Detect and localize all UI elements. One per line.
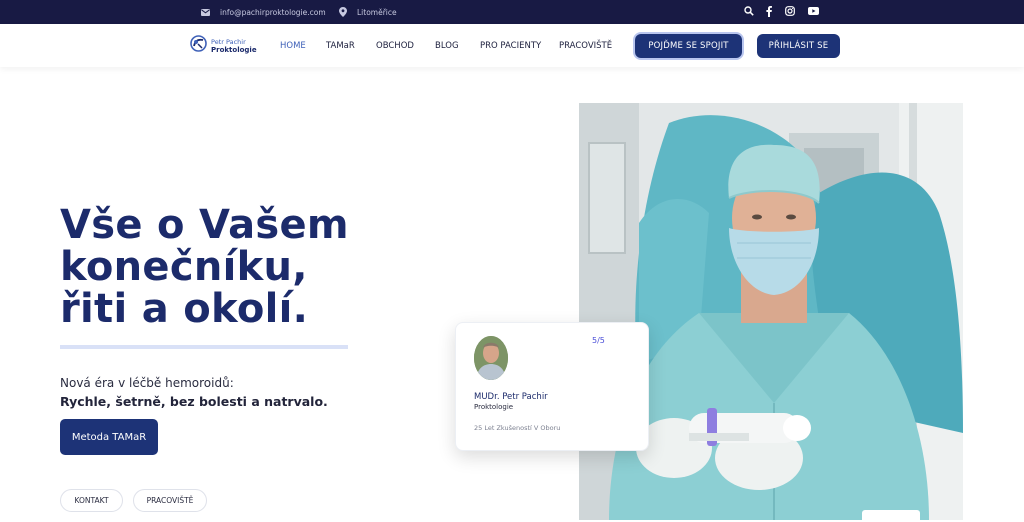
top-info-bar: info@pachirproktologie.com Litoměřice — [0, 0, 1024, 24]
map-pin-icon — [337, 7, 348, 18]
metoda-tamar-button[interactable]: Metoda TAMaR — [60, 419, 158, 455]
hero-lead-text: Nová éra v léčbě hemoroidů: — [60, 376, 234, 390]
connect-button[interactable]: POJĎME SE SPOJIT — [635, 34, 742, 58]
login-button[interactable]: PŘIHLÁSIT SE — [757, 34, 840, 58]
doctor-photo — [579, 103, 963, 520]
contact-pill-button[interactable]: KONTAKT — [60, 489, 123, 512]
logo-name: Petr Pachir — [211, 37, 246, 46]
email-text: info@pachirproktologie.com — [220, 7, 326, 17]
main-navbar: Petr Pachir Proktologie HOME TAMaR OBCHO… — [0, 24, 1024, 67]
location-info: Litoměřice — [337, 0, 397, 24]
facebook-link[interactable] — [762, 0, 776, 24]
youtube-link[interactable] — [806, 0, 820, 24]
hero-title: Vše o Vašem konečníku, řiti a okolí. — [60, 204, 420, 330]
nav-item-obchod[interactable]: OBCHOD — [376, 24, 414, 67]
youtube-icon — [807, 7, 819, 17]
workplace-pill-button[interactable]: PRACOVIŠTĚ — [133, 489, 207, 512]
instagram-icon — [785, 6, 795, 18]
site-logo[interactable]: Petr Pachir Proktologie — [190, 35, 257, 56]
email-contact[interactable]: info@pachirproktologie.com — [200, 0, 326, 24]
doctor-experience: 25 Let Zkušeností V Oboru — [474, 424, 561, 432]
nav-item-pro-pacienty[interactable]: PRO PACIENTY — [480, 24, 541, 67]
hero-title-line-1: Vše o Vašem — [60, 202, 349, 248]
instagram-link[interactable] — [783, 0, 797, 24]
nav-item-tamar[interactable]: TAMaR — [326, 24, 355, 67]
hero-title-line-3: řiti a okolí. — [60, 286, 309, 332]
logo-mark-icon — [190, 35, 207, 56]
nav-item-pracoviste[interactable]: PRACOVIŠTĚ — [559, 24, 612, 67]
location-text: Litoměřice — [357, 7, 397, 17]
photo-corner-tab — [862, 510, 920, 522]
doctor-rating: 5/5 — [592, 336, 605, 345]
mail-icon — [200, 7, 211, 18]
logo-text: Petr Pachir Proktologie — [211, 38, 257, 54]
search-button[interactable] — [742, 0, 756, 24]
hero-title-line-2: konečníku, — [60, 244, 308, 290]
logo-subtitle: Proktologie — [211, 45, 257, 54]
nav-item-blog[interactable]: BLOG — [435, 24, 459, 67]
doctor-avatar — [474, 336, 508, 380]
search-icon — [744, 6, 754, 18]
doctor-card: 5/5 MUDr. Petr Pachir Proktologie 25 Let… — [455, 322, 649, 451]
doctor-name: MUDr. Petr Pachir — [474, 392, 548, 402]
nav-item-home[interactable]: HOME — [280, 24, 306, 67]
facebook-icon — [766, 5, 772, 19]
hero-underline-divider — [60, 345, 348, 349]
doctor-role: Proktologie — [474, 403, 514, 411]
hero-lead-bold-text: Rychle, šetrně, bez bolesti a natrvalo. — [60, 394, 328, 409]
